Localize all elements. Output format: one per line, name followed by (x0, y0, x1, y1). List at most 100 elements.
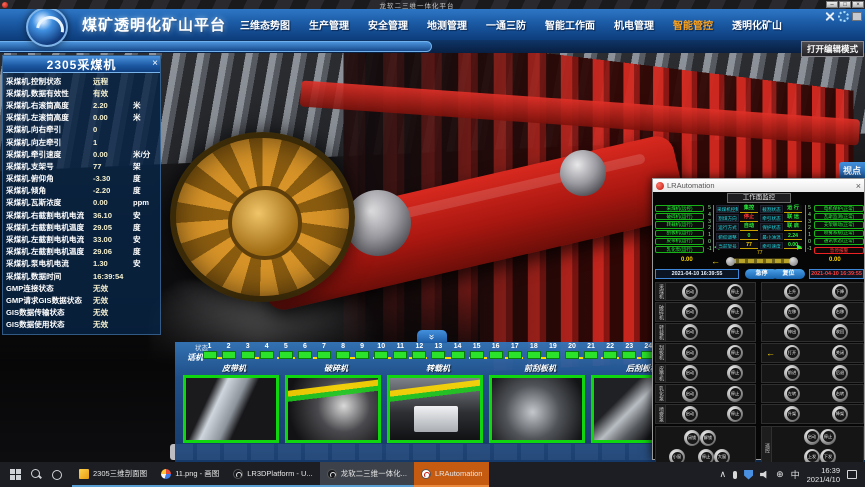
taskbar-app[interactable]: 11.png - 画图 (154, 462, 226, 487)
action-button[interactable]: 右移 (832, 304, 848, 320)
ime-indicator[interactable]: 中 (791, 468, 800, 481)
support-status-cell: 22 (602, 343, 619, 359)
status-button[interactable]: 皮带机(运行) (655, 238, 704, 245)
speaker-icon[interactable] (760, 471, 769, 479)
panel-close-icon[interactable]: × (152, 57, 158, 71)
scale-tick: 0 (706, 239, 713, 245)
action-button[interactable]: 左转 (784, 386, 800, 402)
taskbar-app[interactable]: 2305三维剖面图 (72, 462, 154, 487)
status-button[interactable]: 喷雾系统(正常) (814, 230, 864, 237)
maximize-button[interactable]: □ (839, 1, 851, 8)
data-unit: 米 (133, 112, 157, 123)
data-value: 有效 (93, 88, 133, 99)
action-button[interactable]: 后退 (832, 365, 848, 381)
status-button[interactable]: 破碎机(运行) (655, 213, 704, 220)
start-button[interactable]: 启动 (682, 406, 698, 422)
action-button[interactable]: 上升 (784, 284, 800, 300)
platform-title: 煤矿透明化矿山平台 (82, 14, 226, 35)
action-button[interactable]: 下降 (832, 284, 848, 300)
close-button[interactable]: × (852, 1, 864, 8)
taskbar-clock[interactable]: 16:39 2021/4/10 (807, 466, 840, 484)
status-button[interactable]: 转载机(运行) (655, 221, 704, 228)
nav-item[interactable]: 透明化矿山 (732, 17, 782, 32)
start-button[interactable]: 启动 (682, 304, 698, 320)
camera-thumbnail[interactable] (285, 375, 381, 443)
nav-item[interactable]: 地测管理 (427, 17, 467, 32)
support-number: 16 (492, 343, 500, 350)
status-button[interactable]: 乳化泵(运行) (655, 246, 704, 253)
stop-button[interactable]: 停止 (727, 304, 743, 320)
start-button[interactable]: 启动 (682, 365, 698, 381)
stop-button[interactable]: 停止 (727, 406, 743, 422)
special-button[interactable]: 解锁 (700, 430, 716, 446)
search-icon[interactable] (31, 469, 42, 480)
nav-item[interactable]: 三维态势图 (240, 17, 290, 32)
gear-icon[interactable] (838, 11, 849, 22)
stop-button[interactable]: 停止 (727, 365, 743, 381)
status-button[interactable]: 电机保护(正常) (814, 205, 864, 212)
control-row: ← 左转 右转 (761, 384, 864, 403)
nav-item[interactable]: 一通三防 (486, 17, 526, 32)
action-button[interactable]: 升架 (784, 406, 800, 422)
position-slider[interactable] (729, 258, 795, 264)
taskbar-app[interactable]: 龙软二三维一体化... (320, 462, 414, 487)
stop-button[interactable]: 停止 (727, 324, 743, 340)
tools-icon[interactable] (824, 11, 835, 22)
special-button[interactable]: 启动 (804, 429, 820, 445)
panel-title: 2305采煤机 (47, 56, 117, 73)
panel-toggle-icon[interactable] (852, 12, 862, 21)
start-button[interactable]: 启动 (682, 284, 698, 300)
action-button[interactable]: 右转 (832, 386, 848, 402)
action-button[interactable]: 收回 (832, 324, 848, 340)
status-button[interactable]: 通讯状态(正常) (814, 238, 864, 245)
nav-item[interactable]: 智能工作面 (545, 17, 595, 32)
reset-pill-button[interactable]: 复位 (772, 269, 805, 279)
notification-center-icon[interactable] (847, 470, 857, 479)
start-button[interactable]: 启动 (682, 345, 698, 361)
stop-button[interactable]: 停止 (727, 284, 743, 300)
taskbar-app[interactable]: LR3DPlatform - U... (226, 462, 319, 487)
special-button[interactable]: 停止 (820, 429, 836, 445)
camera-thumbnail[interactable] (387, 375, 483, 443)
special-button[interactable]: 闭锁 (684, 430, 700, 446)
taskbar-app[interactable]: LRAutomation (414, 462, 490, 487)
nav-item[interactable]: 生产管理 (309, 17, 349, 32)
status-button[interactable]: 采煤机(远控) (655, 205, 704, 212)
lr-body: 工作面监控 采煤机(远控)破碎机(运行)转载机(运行) 刮板机(运行)皮带机(运行… (653, 192, 864, 459)
start-button[interactable]: 启动 (682, 324, 698, 340)
lr-close-icon[interactable]: × (856, 181, 861, 191)
action-button[interactable]: 打开 (784, 345, 800, 361)
camera-thumbnail[interactable] (489, 375, 585, 443)
action-button[interactable]: 伸出 (784, 324, 800, 340)
status-button[interactable]: 刮板机(运行) (655, 230, 704, 237)
viewpoint-tab[interactable]: 视点 (839, 162, 865, 179)
nav-item[interactable]: 安全管理 (368, 17, 408, 32)
action-button[interactable]: 左移 (784, 304, 800, 320)
data-label: 采煤机.左滚筒高度 (6, 112, 93, 123)
stop-button[interactable]: 停止 (727, 386, 743, 402)
nav-item[interactable]: 智能管控 (673, 17, 713, 32)
minimize-button[interactable]: – (826, 1, 838, 8)
tray-expand-icon[interactable]: ∧ (719, 469, 726, 480)
action-button[interactable]: 降架 (832, 406, 848, 422)
status-button[interactable]: 瓦斯监测(正常) (814, 213, 864, 220)
field-label: 最小油温 (760, 233, 783, 241)
camera-thumbnail[interactable] (183, 375, 279, 443)
network-icon[interactable]: ⊕ (776, 469, 784, 480)
nav-item[interactable]: 机电管理 (614, 17, 654, 32)
action-button[interactable]: 关闭 (832, 345, 848, 361)
selection-arrow-icon: ← (766, 348, 775, 358)
start-button[interactable] (10, 469, 21, 480)
workface-monitor-tab[interactable]: 工作面监控 (727, 193, 791, 203)
start-button[interactable]: 启动 (682, 386, 698, 402)
support-status-cell: 11 (392, 343, 409, 359)
edit-mode-button[interactable]: 打开编辑模式 (801, 41, 864, 57)
action-button[interactable]: 前进 (784, 365, 800, 381)
strip-collapse-tab[interactable]: « (417, 330, 447, 343)
microphone-icon[interactable] (733, 471, 737, 479)
stop-button[interactable]: 停止 (727, 345, 743, 361)
security-shield-icon[interactable] (744, 470, 753, 480)
status-button[interactable]: 支架联动(正常) (814, 221, 864, 228)
cortana-icon[interactable] (52, 470, 62, 480)
data-value: 33.00 (93, 235, 133, 244)
